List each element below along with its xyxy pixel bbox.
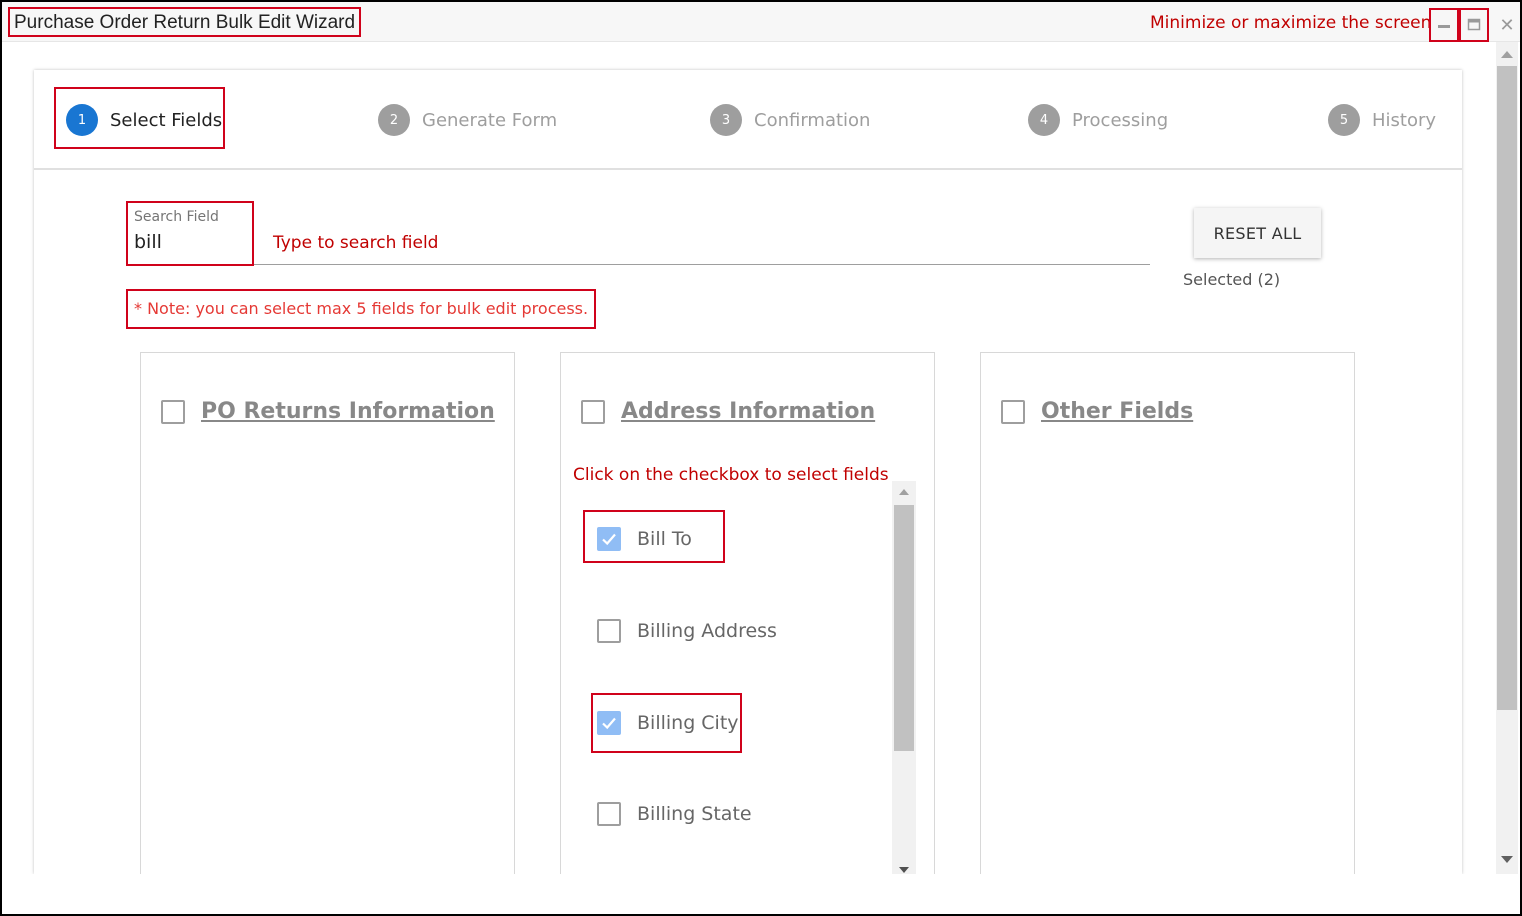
step-label: Confirmation: [754, 109, 871, 131]
step-number: 3: [710, 104, 742, 136]
field-checkbox[interactable]: [597, 619, 621, 643]
annotation-highlight-step: [54, 87, 225, 149]
search-field-container: Search Field: [126, 201, 254, 266]
annotation-highlight-billing-city: [591, 693, 742, 753]
group-po-returns-information: PO Returns Information: [140, 352, 515, 874]
maximize-icon: [1467, 18, 1481, 31]
step-label: History: [1372, 109, 1437, 131]
scroll-up-icon[interactable]: [899, 489, 909, 495]
field-item-billing-state[interactable]: Billing State: [597, 794, 752, 834]
scroll-up-icon[interactable]: [1501, 51, 1513, 58]
wizard-stepper: 1 Select Fields 2 Generate Form 3 Confir…: [34, 70, 1462, 170]
search-field-label: Search Field: [134, 209, 219, 225]
group-title[interactable]: Address Information: [621, 399, 875, 424]
search-underline: [254, 264, 1150, 265]
scrollbar-thumb[interactable]: [1497, 66, 1517, 710]
field-checkbox[interactable]: [597, 802, 621, 826]
step-processing[interactable]: 4 Processing: [1028, 102, 1168, 138]
main-scrollbar[interactable]: [1496, 42, 1518, 874]
scroll-down-icon[interactable]: [899, 867, 909, 873]
step-history[interactable]: 5 History: [1328, 102, 1436, 138]
group-title[interactable]: Other Fields: [1041, 399, 1193, 424]
step-label: Generate Form: [422, 109, 558, 131]
step-number: 2: [378, 104, 410, 136]
minimize-button[interactable]: [1429, 8, 1459, 42]
step-label: Processing: [1072, 109, 1169, 131]
scrollbar-thumb[interactable]: [894, 505, 914, 751]
group-title[interactable]: PO Returns Information: [201, 399, 495, 424]
selection-limit-note: * Note: you can select max 5 fields for …: [126, 289, 597, 329]
selected-count: Selected (2): [1183, 270, 1281, 289]
field-list-scrollbar[interactable]: [892, 481, 916, 875]
bottom-strip: [2, 874, 1520, 914]
minimize-icon: [1438, 25, 1450, 28]
step-generate-form[interactable]: 2 Generate Form: [378, 102, 557, 138]
group-header: PO Returns Information: [161, 399, 495, 424]
window-title: Purchase Order Return Bulk Edit Wizard: [8, 7, 362, 37]
title-bar: Purchase Order Return Bulk Edit Wizard M…: [2, 2, 1520, 42]
group-checkbox[interactable]: [1001, 399, 1025, 424]
field-name: Billing Address: [637, 620, 777, 642]
step-number: 5: [1328, 104, 1360, 136]
field-item-billing-address[interactable]: Billing Address: [597, 611, 777, 651]
scroll-down-icon[interactable]: [1501, 856, 1513, 863]
group-header: Address Information: [581, 399, 875, 424]
annotation-highlight-bill-to: [583, 510, 725, 563]
search-input[interactable]: [134, 231, 244, 253]
close-button[interactable]: ✕: [1492, 8, 1522, 42]
step-confirmation[interactable]: 3 Confirmation: [710, 102, 870, 138]
wizard-card: 1 Select Fields 2 Generate Form 3 Confir…: [34, 70, 1462, 875]
reset-all-button[interactable]: RESET ALL: [1194, 208, 1321, 258]
group-address-information: Address Information Click on the checkbo…: [560, 352, 935, 875]
group-checkbox[interactable]: [161, 399, 185, 424]
annotation-minimize-maximize: Minimize or maximize the screen: [1150, 13, 1432, 33]
group-header: Other Fields: [1001, 399, 1193, 424]
step-number: 4: [1028, 104, 1060, 136]
field-name: Billing State: [637, 803, 752, 825]
group-other-fields: Other Fields: [980, 352, 1355, 874]
annotation-search: Type to search field: [273, 233, 439, 253]
close-icon: ✕: [1499, 14, 1515, 35]
maximize-button[interactable]: [1459, 8, 1489, 42]
group-checkbox[interactable]: [581, 399, 605, 424]
